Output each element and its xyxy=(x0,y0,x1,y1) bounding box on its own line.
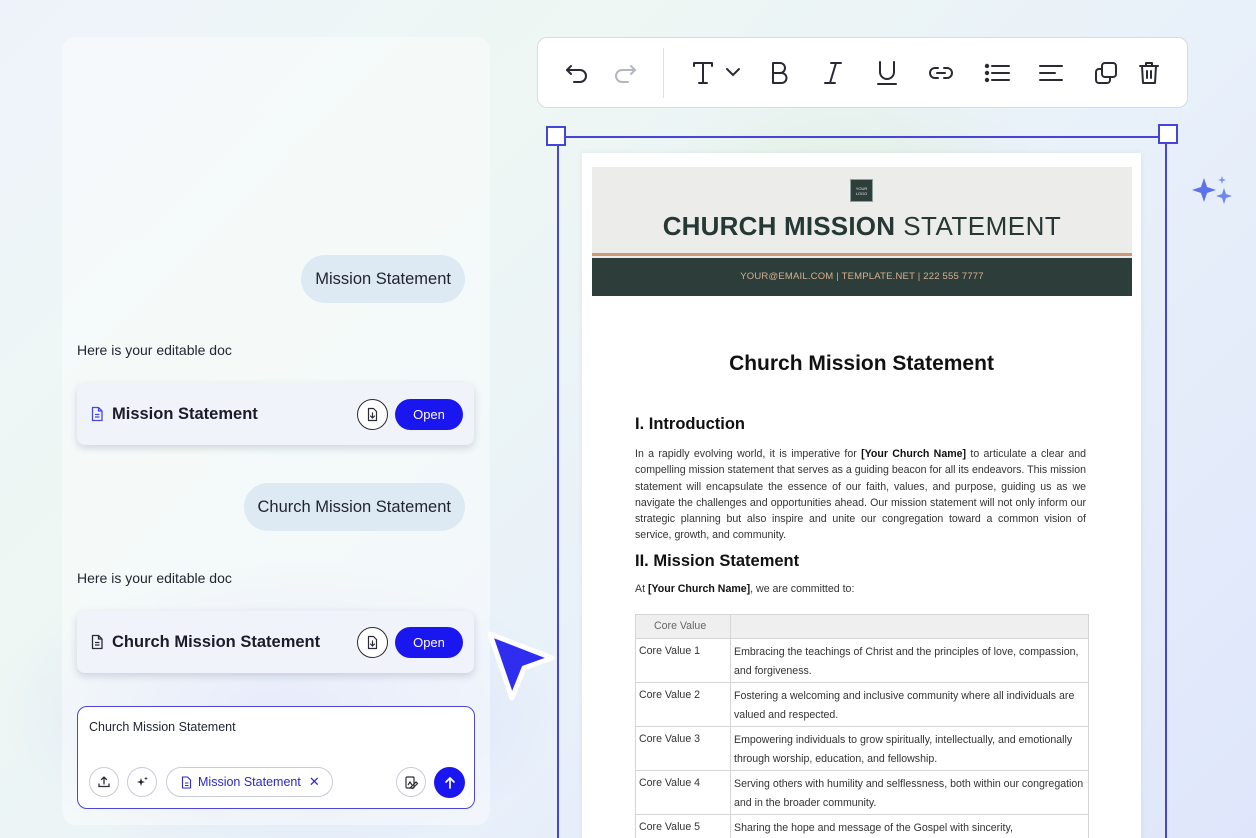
download-icon xyxy=(367,635,378,649)
gallery-icon xyxy=(404,775,418,789)
remove-attachment-icon[interactable]: ✕ xyxy=(309,774,320,790)
table-row: Core Value 3 Empowering individuals to g… xyxy=(635,726,1089,771)
header-title-bold: CHURCH MISSION xyxy=(662,211,896,241)
ai-assist-button[interactable] xyxy=(127,767,157,797)
table-cell: Core Value 5 xyxy=(635,814,731,838)
assistant-reply: Here is your editable doc xyxy=(77,570,232,586)
table-cell: Serving others with humility and selfles… xyxy=(730,770,1089,815)
message-composer[interactable]: Mission Statement ✕ xyxy=(77,706,475,809)
chat-panel: Mission Statement Here is your editable … xyxy=(62,37,490,825)
table-cell: Empowering individuals to grow spiritual… xyxy=(730,726,1089,771)
table-cell: Sharing the hope and message of the Gosp… xyxy=(730,814,1089,838)
open-button[interactable]: Open xyxy=(395,398,463,430)
table-cell: Core Value 3 xyxy=(635,726,731,771)
duplicate-icon[interactable] xyxy=(1091,58,1121,88)
table-header-cell xyxy=(730,614,1089,639)
delete-icon[interactable] xyxy=(1134,58,1164,88)
header-title-light: STATEMENT xyxy=(903,211,1062,241)
italic-icon[interactable] xyxy=(818,58,848,88)
user-message: Mission Statement xyxy=(301,255,465,303)
arrow-up-icon xyxy=(444,776,455,789)
pointer-cursor-icon xyxy=(487,631,555,701)
undo-icon[interactable] xyxy=(562,58,592,88)
assistant-reply: Here is your editable doc xyxy=(77,342,232,358)
user-message: Church Mission Statement xyxy=(243,483,465,531)
table-cell: Core Value 2 xyxy=(635,682,731,727)
doc-card-title: Church Mission Statement xyxy=(112,632,321,651)
contact-line: YOUR@EMAIL.COM | TEMPLATE.NET | 222 555 … xyxy=(740,271,984,282)
formatting-toolbar xyxy=(537,37,1188,108)
table-cell: Fostering a welcoming and inclusive comm… xyxy=(730,682,1089,727)
upload-button[interactable] xyxy=(89,767,119,797)
section-heading: II. Mission Statement xyxy=(635,552,800,570)
sparkle-icon xyxy=(1192,176,1232,204)
bullet-list-icon[interactable] xyxy=(982,58,1012,88)
bold-icon[interactable] xyxy=(764,58,794,88)
document-icon xyxy=(90,634,104,650)
message-input[interactable] xyxy=(89,720,459,734)
table-row: Core Value 4 Serving others with humilit… xyxy=(635,770,1089,815)
download-button[interactable] xyxy=(357,626,388,658)
table-row: Core Value 2 Fostering a welcoming and i… xyxy=(635,682,1089,727)
document-icon xyxy=(181,775,192,789)
header-title: CHURCH MISSION STATEMENT xyxy=(592,211,1132,242)
download-button[interactable] xyxy=(357,398,388,430)
resize-handle-top-left[interactable] xyxy=(546,126,566,146)
download-icon xyxy=(367,407,378,421)
document-icon xyxy=(90,406,104,422)
intro-paragraph: In a rapidly evolving world, it is imper… xyxy=(635,448,1086,542)
table-row: Core Value 1 Embracing the teachings of … xyxy=(635,638,1089,683)
send-button[interactable] xyxy=(434,767,465,798)
core-values-table: Core Value Core Value 1 Embracing the te… xyxy=(635,614,1089,838)
header-accent-stripe xyxy=(592,253,1132,256)
link-icon[interactable] xyxy=(926,58,956,88)
document-header: YOUR LOGO CHURCH MISSION STATEMENT YOUR@E… xyxy=(592,167,1132,296)
text-style-icon xyxy=(693,62,740,84)
text-style-dropdown[interactable] xyxy=(688,58,748,88)
doc-card[interactable]: Church Mission Statement Open xyxy=(77,611,474,673)
redo-icon[interactable] xyxy=(610,58,640,88)
commitment-line: At [Your Church Name], we are committed … xyxy=(635,583,855,595)
template-gallery-button[interactable] xyxy=(396,767,426,797)
document-page[interactable]: YOUR LOGO CHURCH MISSION STATEMENT YOUR@E… xyxy=(582,153,1141,838)
table-cell: Embracing the teachings of Christ and th… xyxy=(730,638,1089,683)
table-cell: Core Value 4 xyxy=(635,770,731,815)
attachment-chip[interactable]: Mission Statement ✕ xyxy=(166,767,333,797)
underline-icon[interactable] xyxy=(872,58,902,88)
resize-handle-top-right[interactable] xyxy=(1158,124,1178,144)
table-cell: Core Value 1 xyxy=(635,638,731,683)
doc-card-title: Mission Statement xyxy=(112,404,258,423)
open-button[interactable]: Open xyxy=(395,626,463,658)
sparkle-icon xyxy=(137,776,148,786)
table-header-cell: Core Value xyxy=(635,614,731,639)
attachment-label: Mission Statement xyxy=(198,775,301,789)
toolbar-divider xyxy=(663,48,664,98)
table-row: Core Value 5 Sharing the hope and messag… xyxy=(635,814,1089,838)
upload-icon xyxy=(98,776,110,788)
document-title: Church Mission Statement xyxy=(729,352,994,375)
align-icon[interactable] xyxy=(1036,58,1066,88)
logo-placeholder: YOUR LOGO xyxy=(850,179,873,202)
doc-card[interactable]: Mission Statement Open xyxy=(77,383,474,445)
section-heading: I. Introduction xyxy=(635,415,745,433)
logo-text: YOUR LOGO xyxy=(855,185,868,196)
